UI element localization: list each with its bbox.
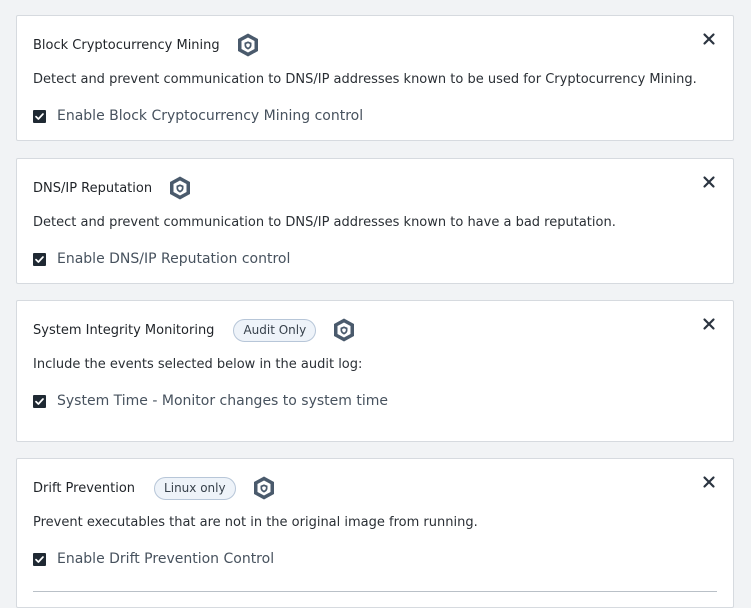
checkmark-icon [35,112,44,120]
system-time-monitor-checkbox[interactable]: System Time - Monitor changes to system … [33,393,388,409]
checkbox-checked[interactable] [33,394,46,408]
checkmark-icon [35,255,44,263]
enable-drift-prevention-checkbox[interactable]: Enable Drift Prevention Control [33,551,274,567]
card-description: Prevent executables that are not in the … [33,515,478,530]
control-card-system-integrity-monitoring: System Integrity Monitoring Audit Only I… [16,300,734,442]
close-icon[interactable] [701,174,717,190]
enable-dns-ip-reputation-checkbox[interactable]: Enable DNS/IP Reputation control [33,251,290,267]
checkbox-label[interactable]: System Time - Monitor changes to system … [57,393,388,409]
enable-block-crypto-mining-checkbox[interactable]: Enable Block Cryptocurrency Mining contr… [33,108,363,124]
checkbox-label[interactable]: Enable Drift Prevention Control [57,551,274,567]
card-title: DNS/IP Reputation [33,180,153,196]
shield-icon [253,476,274,500]
card-title: Block Cryptocurrency Mining [33,37,220,53]
control-card-dns-ip-reputation: DNS/IP Reputation Detect and prevent com… [16,158,734,284]
card-title: System Integrity Monitoring [33,322,215,338]
shield-icon [170,176,191,200]
checkbox-checked[interactable] [33,252,46,266]
card-header: Block Cryptocurrency Mining [33,16,260,74]
card-description: Detect and prevent communication to DNS/… [33,72,697,87]
shield-icon [334,318,355,342]
checkbox-label[interactable]: Enable Block Cryptocurrency Mining contr… [57,108,363,124]
linux-only-badge: Linux only [154,476,236,500]
card-title: Drift Prevention [33,480,136,496]
card-description: Include the events selected below in the… [33,357,363,372]
checkbox-label[interactable]: Enable DNS/IP Reputation control [57,251,290,267]
checkbox-checked[interactable] [33,109,46,123]
close-icon[interactable] [701,316,717,332]
card-header: Drift Prevention Linux only [33,459,276,517]
control-card-drift-prevention: Drift Prevention Linux only Prevent exec… [16,458,734,608]
checkmark-icon [35,397,44,405]
audit-only-badge: Audit Only [233,318,317,342]
control-card-block-crypto-mining: Block Cryptocurrency Mining Detect and p… [16,15,734,141]
close-icon[interactable] [701,474,717,490]
shield-icon [237,33,258,57]
close-icon[interactable] [701,31,717,47]
checkmark-icon [35,555,44,563]
checkbox-checked[interactable] [33,552,46,566]
card-header: DNS/IP Reputation [33,159,192,217]
card-description: Detect and prevent communication to DNS/… [33,215,616,230]
card-header: System Integrity Monitoring Audit Only [33,301,356,359]
